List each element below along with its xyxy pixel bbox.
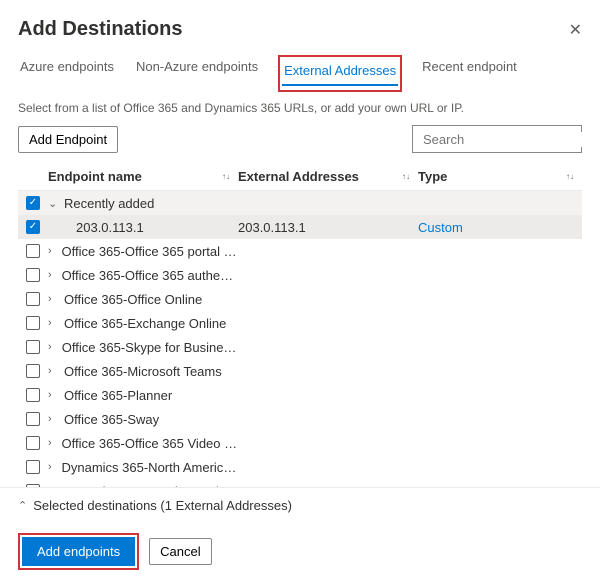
checkbox[interactable]: [26, 268, 40, 282]
close-icon[interactable]: ✕: [569, 20, 582, 40]
cancel-button[interactable]: Cancel: [149, 538, 211, 565]
chevron-right-icon[interactable]: ›: [48, 245, 58, 257]
checkbox[interactable]: [26, 460, 40, 474]
endpoint-name: Office 365-Sway: [64, 412, 159, 427]
table-row[interactable]: › Office 365-Planner: [18, 383, 582, 407]
checkbox[interactable]: [26, 220, 40, 234]
checkbox[interactable]: [26, 412, 40, 426]
chevron-right-icon[interactable]: ›: [48, 461, 57, 473]
table-row[interactable]: › Office 365-Office 365 Video and Micr...: [18, 431, 582, 455]
column-headers: Endpoint name ↑↓ External Addresses ↑↓ Typ…: [18, 163, 582, 191]
add-endpoints-button[interactable]: Add endpoints: [22, 537, 135, 566]
chevron-right-icon[interactable]: ›: [48, 365, 60, 377]
checkbox[interactable]: [26, 316, 40, 330]
chevron-right-icon[interactable]: ›: [48, 317, 60, 329]
chevron-down-icon[interactable]: ⌄: [48, 197, 60, 210]
table-row[interactable]: › Office 365-Office Online: [18, 287, 582, 311]
checkbox[interactable]: [26, 244, 40, 258]
table-row[interactable]: › Office 365-Office 365 authentication ..…: [18, 263, 582, 287]
tabs: Azure endpoints Non-Azure endpoints Exte…: [18, 55, 582, 93]
col-type[interactable]: Type: [418, 169, 447, 184]
search-input[interactable]: [423, 132, 599, 147]
endpoint-external: 203.0.113.1: [238, 220, 418, 235]
group-recently-added[interactable]: ⌄ Recently added: [18, 191, 582, 215]
subtext: Select from a list of Office 365 and Dyn…: [18, 101, 582, 115]
chevron-right-icon[interactable]: ›: [48, 341, 58, 353]
endpoint-name: Dynamics 365-North America-based ...: [61, 460, 238, 475]
endpoint-name: Office 365-Office 365 authentication ...: [62, 268, 238, 283]
checkbox[interactable]: [26, 364, 40, 378]
col-endpoint-name[interactable]: Endpoint name: [48, 169, 142, 184]
col-external-addresses[interactable]: External Addresses: [238, 169, 359, 184]
endpoint-name: Office 365-Office Online: [64, 292, 202, 307]
checkbox[interactable]: [26, 196, 40, 210]
endpoint-name: Office 365-Skype for Business Online: [62, 340, 238, 355]
chevron-right-icon[interactable]: ›: [48, 413, 60, 425]
endpoint-name: Office 365-Office 365 portal and shar...: [62, 244, 239, 259]
tab-external-addresses[interactable]: External Addresses: [282, 59, 398, 86]
chevron-right-icon[interactable]: ›: [48, 293, 60, 305]
selected-destinations-summary[interactable]: ⌃ Selected destinations (1 External Addr…: [0, 487, 600, 523]
endpoint-list[interactable]: ⌄ Recently added 203.0.113.1 203.0.113.1…: [18, 191, 582, 533]
sort-icon[interactable]: ↑↓: [402, 175, 410, 179]
chevron-up-icon: ⌃: [18, 499, 27, 512]
page-title: Add Destinations: [18, 18, 182, 41]
endpoint-name: Office 365-Office 365 Video and Micr...: [62, 436, 238, 451]
endpoint-type: Custom: [418, 220, 582, 235]
chevron-right-icon[interactable]: ›: [48, 389, 60, 401]
table-row[interactable]: 203.0.113.1 203.0.113.1 Custom: [18, 215, 582, 239]
table-row[interactable]: › Office 365-Office 365 portal and shar..…: [18, 239, 582, 263]
add-endpoints-highlight: Add endpoints: [18, 533, 139, 570]
endpoint-name: 203.0.113.1: [76, 220, 144, 235]
sort-icon[interactable]: ↑↓: [222, 175, 230, 179]
add-endpoint-button[interactable]: Add Endpoint: [18, 126, 118, 153]
chevron-right-icon[interactable]: ›: [48, 437, 58, 449]
tab-non-azure-endpoints[interactable]: Non-Azure endpoints: [134, 55, 260, 92]
table-row[interactable]: › Office 365-Skype for Business Online: [18, 335, 582, 359]
table-row[interactable]: › Office 365-Exchange Online: [18, 311, 582, 335]
table-row[interactable]: › Office 365-Sway: [18, 407, 582, 431]
table-row[interactable]: › Office 365-Microsoft Teams: [18, 359, 582, 383]
endpoint-name: Office 365-Planner: [64, 388, 172, 403]
checkbox[interactable]: [26, 436, 40, 450]
endpoint-name: Office 365-Microsoft Teams: [64, 364, 222, 379]
checkbox[interactable]: [26, 292, 40, 306]
endpoint-name: Office 365-Exchange Online: [64, 316, 226, 331]
tab-recent-endpoint[interactable]: Recent endpoint: [420, 55, 519, 92]
summary-label: Selected destinations (1 External Addres…: [33, 498, 292, 513]
table-row[interactable]: › Dynamics 365-North America-based ...: [18, 455, 582, 479]
search-box[interactable]: [412, 125, 582, 153]
sort-icon[interactable]: ↑↓: [566, 175, 574, 179]
checkbox[interactable]: [26, 340, 40, 354]
chevron-right-icon[interactable]: ›: [48, 269, 58, 281]
tab-azure-endpoints[interactable]: Azure endpoints: [18, 55, 116, 92]
tab-external-addresses-highlight: External Addresses: [278, 55, 402, 92]
checkbox[interactable]: [26, 388, 40, 402]
group-label: Recently added: [64, 196, 154, 211]
